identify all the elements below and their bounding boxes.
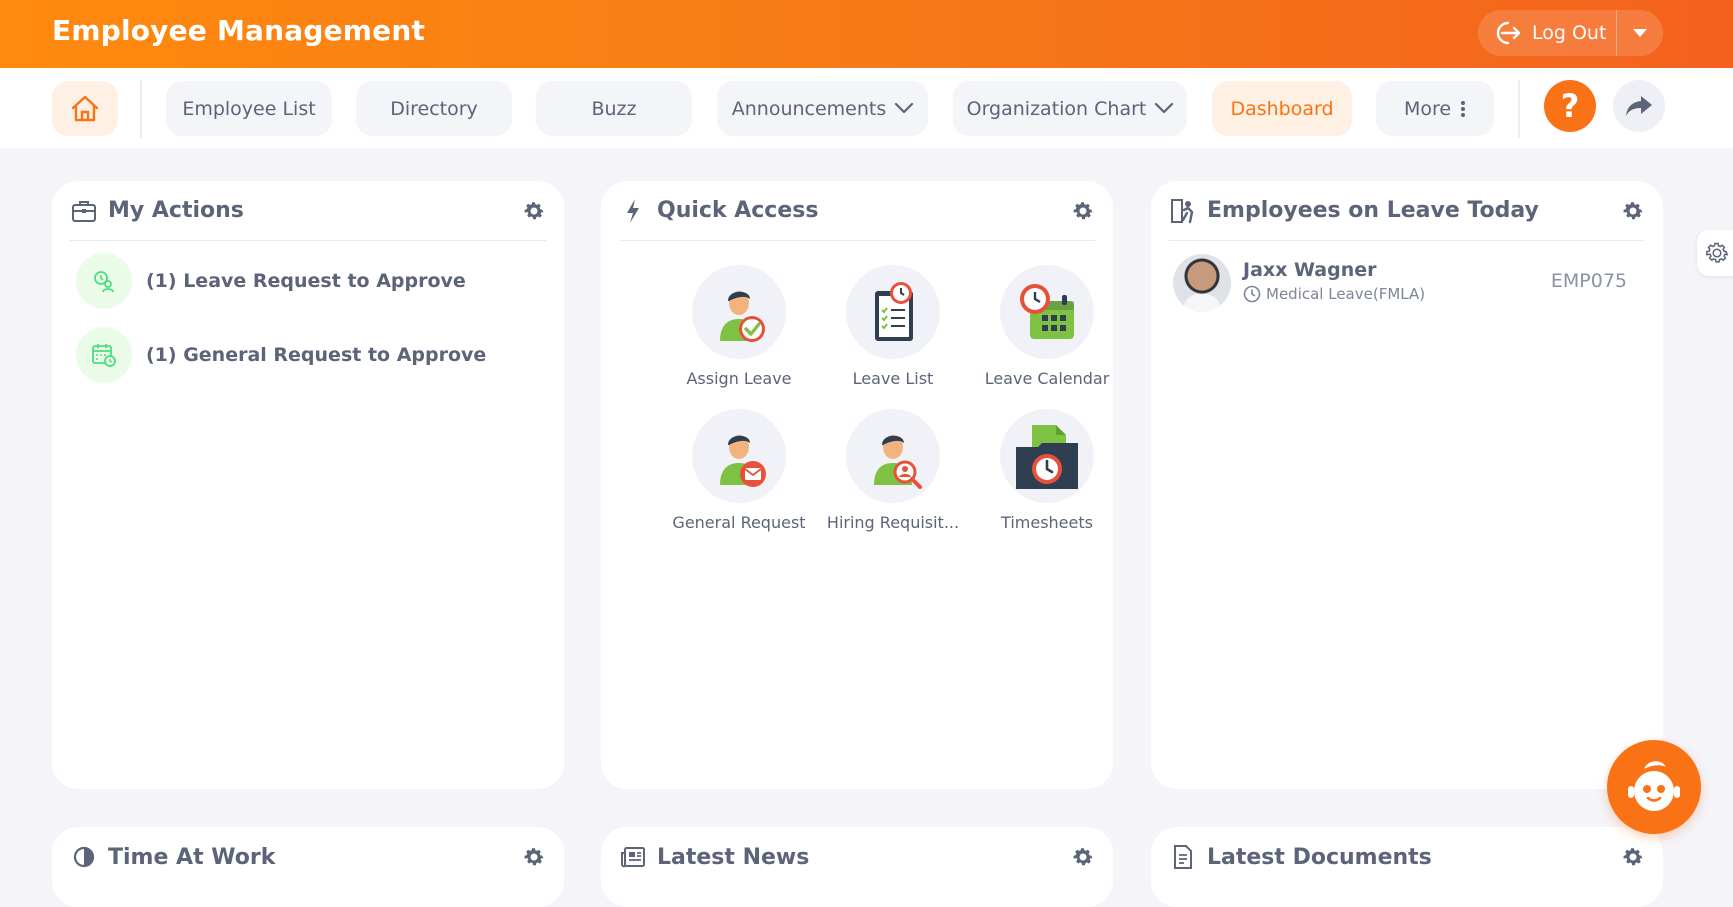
leave-employee-row[interactable]: Jaxx Wagner Medical Leave(FMLA) EMP075 <box>1173 254 1627 312</box>
latest-documents-header: Latest Documents <box>1169 827 1645 887</box>
quick-access-title: Quick Access <box>657 198 819 223</box>
nav-announcements-label: Announcements <box>731 97 887 120</box>
gear-icon[interactable] <box>522 199 546 223</box>
leave-list-icon <box>846 265 940 359</box>
my-actions-header: My Actions <box>70 181 546 241</box>
general-request-icon <box>692 409 786 503</box>
nav-dashboard-label: Dashboard <box>1230 97 1334 120</box>
latest-news-title: Latest News <box>657 844 810 870</box>
qa-leave-list-label: Leave List <box>852 369 934 388</box>
qa-hiring-requisition-label: Hiring Requisit... <box>826 513 960 532</box>
gear-icon[interactable] <box>1621 845 1645 869</box>
robot-icon <box>1628 761 1680 811</box>
nav-employee-list[interactable]: Employee List <box>166 81 332 136</box>
logout-icon <box>1496 21 1521 45</box>
nav-more-label: More <box>1403 97 1452 120</box>
quick-access-card: Quick Access Assign Leave Leave List Lea… <box>601 181 1113 789</box>
gear-icon[interactable] <box>522 845 546 869</box>
timesheets-icon <box>1000 409 1094 503</box>
qa-general-request[interactable]: General Request <box>664 409 814 532</box>
share-arrow-icon <box>1626 96 1652 116</box>
time-at-work-title: Time At Work <box>108 844 276 870</box>
latest-news-header: Latest News <box>619 827 1095 887</box>
quick-access-header: Quick Access <box>619 181 1095 241</box>
nav-dashboard[interactable]: Dashboard <box>1212 81 1352 136</box>
account-dropdown-button[interactable] <box>1617 10 1663 56</box>
nav-organization-chart-label: Organization Chart <box>966 97 1147 120</box>
time-at-work-card: Time At Work <box>52 827 564 907</box>
nav-buzz-label: Buzz <box>591 97 637 120</box>
chevron-down-icon <box>895 103 914 114</box>
qa-leave-list[interactable]: Leave List <box>818 265 968 388</box>
gear-outline-icon <box>1706 242 1729 263</box>
gear-icon[interactable] <box>1071 845 1095 869</box>
help-icon: ? <box>1560 87 1580 125</box>
employees-on-leave-header: Employees on Leave Today <box>1169 181 1645 241</box>
hiring-requisition-icon <box>846 409 940 503</box>
gear-icon[interactable] <box>1071 199 1095 223</box>
employees-on-leave-title: Employees on Leave Today <box>1207 198 1539 223</box>
action-general-request-label: (1) General Request to Approve <box>146 344 487 366</box>
clock-icon <box>1243 285 1261 303</box>
time-at-work-header: Time At Work <box>70 827 546 887</box>
lightning-icon <box>619 197 647 225</box>
logout-group: Log Out <box>1478 10 1663 56</box>
assign-leave-icon <box>692 265 786 359</box>
kebab-menu-icon <box>1461 100 1466 117</box>
home-button[interactable] <box>52 81 118 136</box>
action-general-request[interactable]: (1) General Request to Approve <box>76 327 486 383</box>
leave-type-label: Medical Leave(FMLA) <box>1266 285 1426 303</box>
latest-documents-title: Latest Documents <box>1207 844 1432 870</box>
employees-on-leave-card: Employees on Leave Today Jaxx Wagner Med… <box>1151 181 1663 789</box>
qa-leave-calendar-label: Leave Calendar <box>984 369 1110 388</box>
briefcase-icon <box>70 197 98 225</box>
employee-name: Jaxx Wagner <box>1243 259 1377 281</box>
logout-button[interactable]: Log Out <box>1478 10 1616 56</box>
qa-assign-leave-label: Assign Leave <box>686 369 792 388</box>
my-actions-card: My Actions (1) Leave Request to Approve … <box>52 181 564 789</box>
action-leave-request[interactable]: (1) Leave Request to Approve <box>76 253 466 309</box>
module-nav-bar: Employee List Directory Buzz Announcemen… <box>0 68 1733 148</box>
latest-documents-card: Latest Documents <box>1151 827 1663 907</box>
leave-type: Medical Leave(FMLA) <box>1243 285 1425 303</box>
nav-more[interactable]: More <box>1376 81 1494 136</box>
logout-label: Log Out <box>1532 22 1607 44</box>
chevron-down-icon <box>1155 103 1174 114</box>
top-header-bar: Employee Management Log Out <box>0 0 1733 68</box>
app-title: Employee Management <box>52 14 426 47</box>
chatbot-button[interactable] <box>1607 740 1701 834</box>
my-actions-title: My Actions <box>108 198 244 223</box>
qa-hiring-requisition[interactable]: Hiring Requisit... <box>818 409 968 532</box>
person-door-icon <box>1169 197 1197 225</box>
share-button[interactable] <box>1613 80 1665 132</box>
nav-directory-label: Directory <box>390 97 478 120</box>
action-leave-request-label: (1) Leave Request to Approve <box>146 270 466 292</box>
nav-organization-chart[interactable]: Organization Chart <box>953 81 1187 136</box>
nav-divider <box>140 80 142 138</box>
gear-icon[interactable] <box>1621 199 1645 223</box>
qa-general-request-label: General Request <box>672 513 806 532</box>
nav-directory[interactable]: Directory <box>356 81 512 136</box>
qa-timesheets[interactable]: Timesheets <box>972 409 1122 532</box>
leave-calendar-icon <box>1000 265 1094 359</box>
qa-timesheets-label: Timesheets <box>1001 513 1093 532</box>
qa-leave-calendar[interactable]: Leave Calendar <box>972 265 1122 388</box>
dashboard-settings-tab[interactable] <box>1697 230 1733 276</box>
nav-employee-list-label: Employee List <box>182 97 316 120</box>
qa-assign-leave[interactable]: Assign Leave <box>664 265 814 388</box>
latest-news-card: Latest News <box>601 827 1113 907</box>
home-icon <box>71 95 99 121</box>
nav-announcements[interactable]: Announcements <box>717 81 928 136</box>
calendar-clock-icon <box>76 327 132 383</box>
caret-down-icon <box>1633 29 1647 37</box>
avatar <box>1173 254 1231 312</box>
leave-approval-icon <box>76 253 132 309</box>
employee-id: EMP075 <box>1550 270 1627 292</box>
nav-buzz[interactable]: Buzz <box>536 81 692 136</box>
nav-divider <box>1518 80 1520 138</box>
help-button[interactable]: ? <box>1544 80 1596 132</box>
